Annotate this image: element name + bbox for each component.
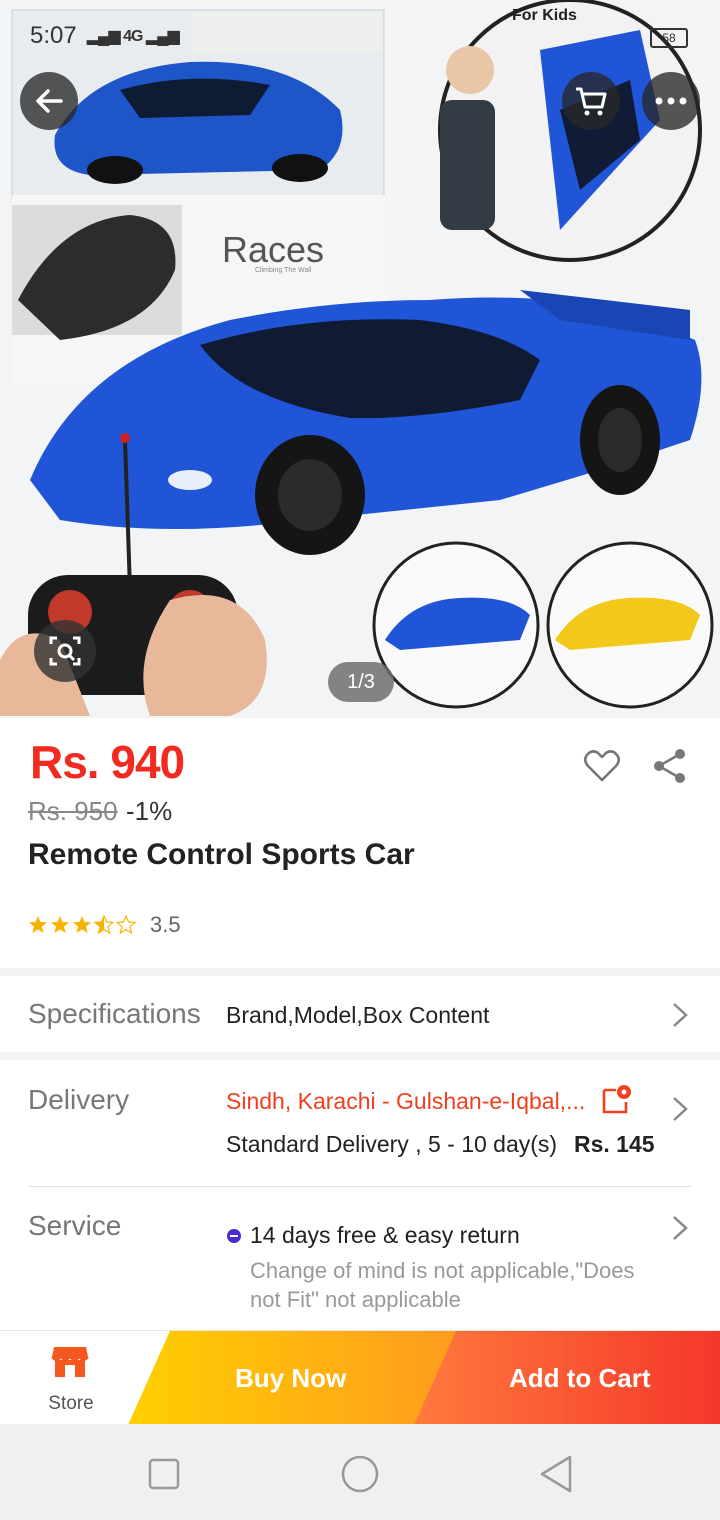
discount-percent: -1%: [126, 796, 173, 826]
original-price: Rs. 950: [28, 796, 118, 826]
section-divider: [0, 968, 720, 976]
status-time: 5:07: [30, 22, 77, 49]
specifications-label: Specifications: [28, 998, 201, 1029]
delivery-method: Standard Delivery , 5 - 10 day(s): [226, 1131, 558, 1157]
badge-text: For Kids: [512, 7, 577, 24]
bottom-action-bar: Store Buy Now Add to Cart: [0, 1330, 720, 1425]
star-half-icon: [94, 915, 114, 935]
star-full-icon: [51, 916, 69, 933]
home-icon[interactable]: [340, 1454, 380, 1494]
store-label: Store: [48, 1393, 94, 1414]
delivery-location[interactable]: Sindh, Karachi - Gulshan-e-Iqbal,...: [226, 1088, 585, 1115]
status-bar: 5:07 ▂▄▆ 4G ▂▄▆: [30, 22, 180, 50]
buy-now-button[interactable]: Buy Now: [128, 1331, 468, 1425]
system-navigation-bar: [0, 1424, 720, 1520]
more-icon: [655, 97, 687, 105]
product-price: Rs. 940: [30, 736, 185, 788]
return-icon: [227, 1229, 241, 1243]
heart-icon[interactable]: [582, 746, 622, 786]
divider: [28, 1186, 692, 1187]
specifications-value: Brand,Model,Box Content: [226, 1002, 490, 1028]
section-divider: [0, 1052, 720, 1060]
cart-button[interactable]: [562, 72, 620, 130]
back-nav-icon[interactable]: [538, 1454, 574, 1494]
battery-indicator: 58: [650, 28, 688, 48]
share-icon[interactable]: [650, 746, 690, 786]
delivery-label: Delivery: [28, 1084, 130, 1115]
rating-stars: [28, 915, 136, 935]
image-counter: 1/3: [328, 662, 394, 702]
service-description: Change of mind is not applicable,"Does n…: [250, 1258, 635, 1312]
service-title: 14 days free & easy return: [250, 1222, 520, 1248]
buy-now-label: Buy Now: [235, 1363, 347, 1393]
product-image-gallery[interactable]: Races Climbing The Wall For Kids 5:07 ▂▄…: [0, 0, 720, 718]
image-search-button[interactable]: [34, 620, 96, 682]
add-to-cart-button[interactable]: Add to Cart: [414, 1331, 720, 1425]
back-button[interactable]: [20, 72, 78, 130]
rating-value: 3.5: [150, 912, 181, 937]
product-title: Remote Control Sports Car: [28, 838, 415, 871]
cart-icon: [576, 87, 607, 116]
brand-logo: Races: [222, 229, 324, 270]
store-icon: [51, 1347, 89, 1377]
chevron-right-icon: [673, 1097, 688, 1121]
star-empty-icon: [116, 915, 136, 935]
signal-icon: ▂▄▆ 4G ▂▄▆: [86, 28, 180, 45]
delivery-fee: Rs. 145: [574, 1131, 655, 1157]
service-label: Service: [28, 1210, 122, 1241]
chevron-right-icon: [673, 1003, 688, 1027]
camera-search-icon: [49, 636, 81, 666]
back-arrow-icon: [36, 89, 63, 113]
chevron-right-icon: [673, 1216, 688, 1240]
star-full-icon: [73, 916, 91, 933]
add-to-cart-label: Add to Cart: [509, 1363, 651, 1393]
location-edit-icon[interactable]: [600, 1084, 632, 1116]
svg-text:Climbing The Wall: Climbing The Wall: [255, 267, 312, 274]
store-button[interactable]: Store: [0, 1331, 142, 1425]
more-options-button[interactable]: [642, 72, 700, 130]
star-full-icon: [29, 916, 47, 933]
product-rating[interactable]: 3.5: [28, 912, 181, 938]
network-type: 4G: [123, 28, 143, 45]
recent-apps-icon[interactable]: [148, 1458, 180, 1490]
